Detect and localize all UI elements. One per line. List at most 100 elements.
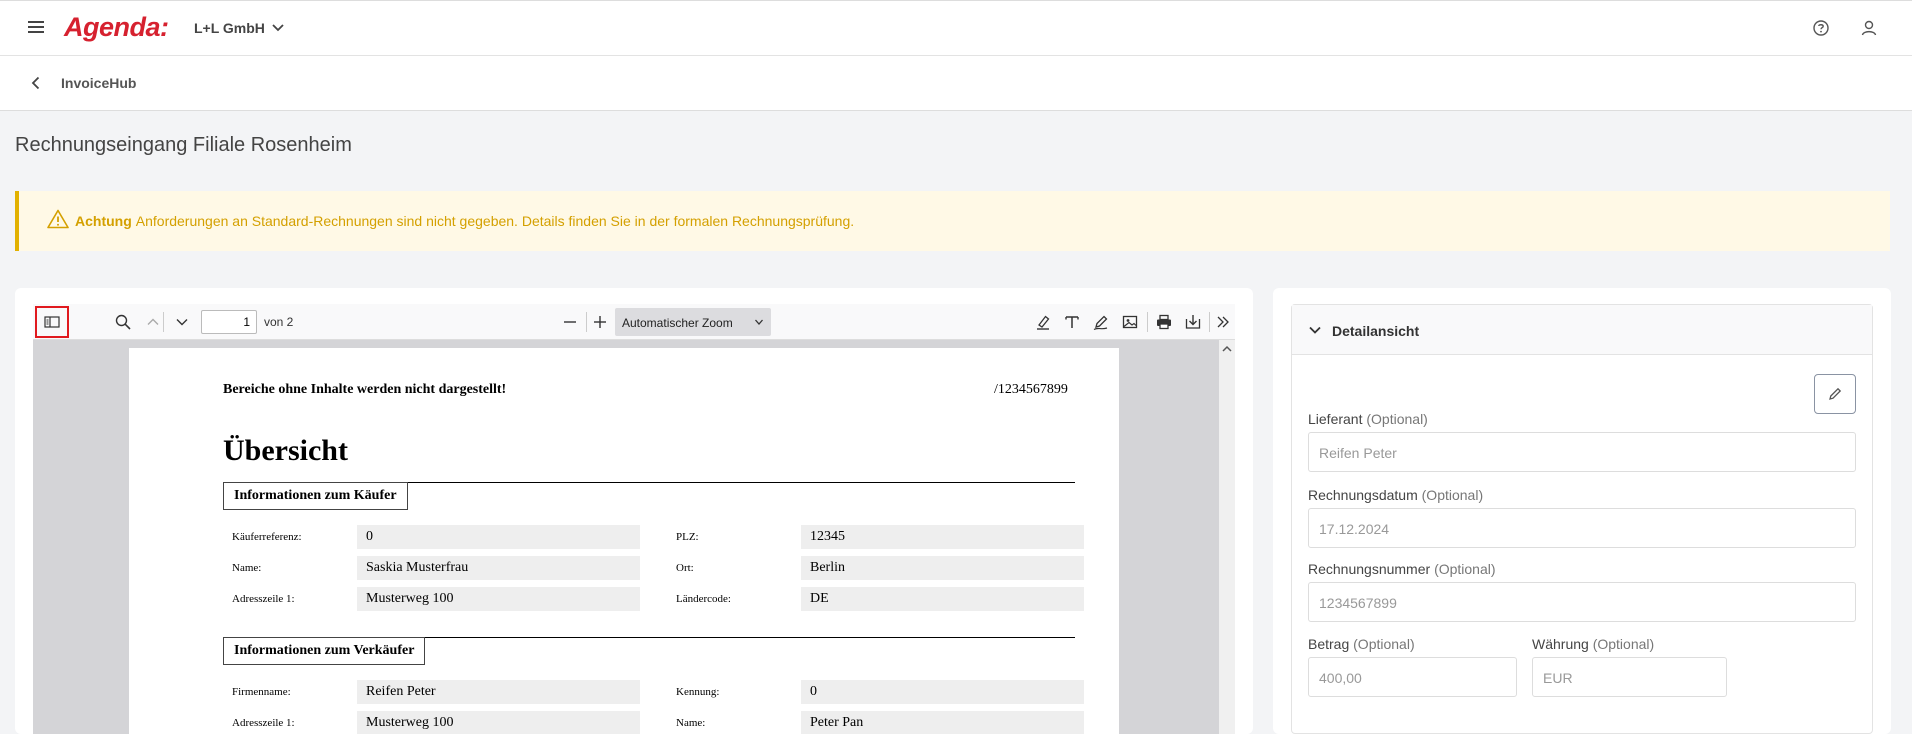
sub-header: InvoiceHub — [0, 56, 1912, 111]
pdf-field-label: PLZ: — [676, 531, 699, 543]
chevron-down-icon — [1309, 326, 1321, 334]
pdf-viewer-card: von 2 Automatischer Zoom — [15, 288, 1253, 734]
detail-header[interactable]: Detailansicht — [1292, 305, 1872, 355]
pdf-field-label: Adresszeile 1: — [232, 717, 295, 729]
pdf-field-label: Firmenname: — [232, 686, 291, 698]
zoom-out-button[interactable] — [560, 312, 580, 332]
detail-card: Detailansicht Lieferant (Optional) Reife… — [1273, 288, 1891, 734]
highlight-button[interactable] — [1033, 312, 1053, 332]
pdf-field-value: DE — [801, 587, 1084, 611]
pdf-field-label: Ort: — [676, 562, 694, 574]
pdf-field-value: 0 — [801, 680, 1084, 704]
waehrung-label: Währung (Optional) — [1532, 636, 1654, 652]
pencil-icon — [1829, 387, 1842, 400]
pdf-document-area[interactable]: Bereiche ohne Inhalte werden nicht darge… — [33, 340, 1235, 734]
previous-page-button[interactable] — [143, 312, 163, 332]
zoom-in-button[interactable] — [590, 312, 610, 332]
pdf-note: Bereiche ohne Inhalte werden nicht darge… — [223, 382, 507, 397]
download-button[interactable] — [1183, 312, 1203, 332]
draw-button[interactable] — [1091, 312, 1111, 332]
pdf-field-label: Käuferreferenz: — [232, 531, 302, 543]
scroll-up-arrow-icon[interactable] — [1222, 344, 1232, 354]
pdf-section-seller: Informationen zum Verkäufer — [223, 637, 426, 665]
rechnungsdatum-label: Rechnungsdatum (Optional) — [1308, 487, 1483, 503]
top-bar: Agenda: L+L GmbH — [0, 0, 1912, 56]
plus-icon — [594, 316, 606, 328]
download-icon — [1185, 315, 1201, 329]
pdf-section-buyer: Informationen zum Käufer — [223, 482, 408, 510]
pdf-field-value: Berlin — [801, 556, 1084, 580]
search-icon — [115, 314, 131, 330]
optional-hint: (Optional) — [1353, 636, 1415, 652]
pdf-toolbar: von 2 Automatischer Zoom — [33, 304, 1235, 340]
page-number-input[interactable] — [201, 310, 257, 334]
warning-message: Anforderungen an Standard-Rechnungen sin… — [135, 213, 855, 229]
betrag-label: Betrag (Optional) — [1308, 636, 1415, 652]
tools-menu-button[interactable] — [1213, 312, 1233, 332]
pdf-document-number: /1234567899 — [994, 382, 1068, 397]
label-text: Rechnungsdatum — [1308, 487, 1418, 503]
lieferant-field[interactable]: Reifen Peter — [1308, 432, 1856, 472]
chevron-up-icon — [147, 318, 159, 325]
breadcrumb-title[interactable]: InvoiceHub — [61, 75, 136, 91]
page-title: Rechnungseingang Filiale Rosenheim — [15, 134, 352, 156]
company-switcher[interactable]: L+L GmbH — [194, 20, 285, 36]
image-icon — [1122, 315, 1138, 329]
warning-label: Achtung — [75, 213, 132, 229]
rechnungsdatum-field[interactable]: 17.12.2024 — [1308, 508, 1856, 548]
pdf-field-value: Peter Pan — [801, 711, 1084, 734]
pdf-field-value: 0 — [357, 525, 640, 549]
toolbar-separator — [1209, 312, 1210, 332]
toolbar-separator — [163, 312, 164, 332]
zoom-value: Automatischer Zoom — [622, 316, 733, 330]
pdf-field-value: Musterweg 100 — [357, 587, 640, 611]
minus-icon — [564, 321, 576, 323]
zoom-select[interactable]: Automatischer Zoom — [615, 308, 771, 336]
pdf-field-value: Musterweg 100 — [357, 711, 640, 734]
rechnungsnummer-label: Rechnungsnummer (Optional) — [1308, 561, 1496, 577]
pdf-field-label: Kennung: — [676, 686, 720, 698]
find-button[interactable] — [113, 312, 133, 332]
toolbar-separator — [586, 312, 587, 332]
label-text: Währung — [1532, 636, 1589, 652]
toolbar-separator — [1147, 312, 1148, 332]
next-page-button[interactable] — [172, 312, 192, 332]
pdf-scrollbar[interactable] — [1219, 340, 1235, 734]
text-annotation-button[interactable] — [1062, 312, 1082, 332]
pdf-field-value: Saskia Musterfrau — [357, 556, 640, 580]
pdf-field-label: Ländercode: — [676, 593, 731, 605]
pdf-heading: Übersicht — [223, 434, 348, 467]
menu-icon[interactable] — [28, 21, 44, 35]
detail-title: Detailansicht — [1332, 323, 1420, 339]
text-icon — [1065, 316, 1079, 328]
app-logo[interactable]: Agenda: — [64, 12, 169, 43]
waehrung-field[interactable]: EUR — [1532, 657, 1727, 697]
sidebar-toggle-icon — [44, 316, 60, 328]
company-name: L+L GmbH — [194, 20, 265, 36]
back-arrow-icon[interactable] — [28, 75, 44, 91]
pdf-page: Bereiche ohne Inhalte werden nicht darge… — [129, 348, 1119, 734]
label-text: Betrag — [1308, 636, 1350, 652]
help-icon[interactable] — [1812, 19, 1830, 37]
label-text: Lieferant — [1308, 411, 1363, 427]
pdf-field-label: Name: — [232, 562, 262, 574]
detail-panel: Detailansicht Lieferant (Optional) Reife… — [1291, 304, 1873, 734]
print-icon — [1157, 314, 1171, 330]
sidebar-toggle-button[interactable] — [35, 306, 69, 338]
edit-button[interactable] — [1814, 374, 1856, 414]
optional-hint: (Optional) — [1592, 636, 1655, 652]
pdf-field-label: Name: — [676, 717, 706, 729]
user-icon[interactable] — [1860, 19, 1878, 37]
chevron-down-icon — [272, 24, 284, 32]
lieferant-label: Lieferant (Optional) — [1308, 411, 1428, 427]
optional-hint: (Optional) — [1421, 487, 1484, 503]
pdf-field-value: 12345 — [801, 525, 1084, 549]
rechnungsnummer-field[interactable]: 1234567899 — [1308, 582, 1856, 622]
betrag-field[interactable]: 400,00 — [1308, 657, 1517, 697]
chevron-down-icon — [176, 319, 188, 326]
warning-text: Achtung Anforderungen an Standard-Rechnun… — [75, 213, 854, 229]
optional-hint: (Optional) — [1434, 561, 1496, 577]
add-image-button[interactable] — [1120, 312, 1140, 332]
print-button[interactable] — [1154, 312, 1174, 332]
pencil-icon — [1093, 315, 1108, 331]
